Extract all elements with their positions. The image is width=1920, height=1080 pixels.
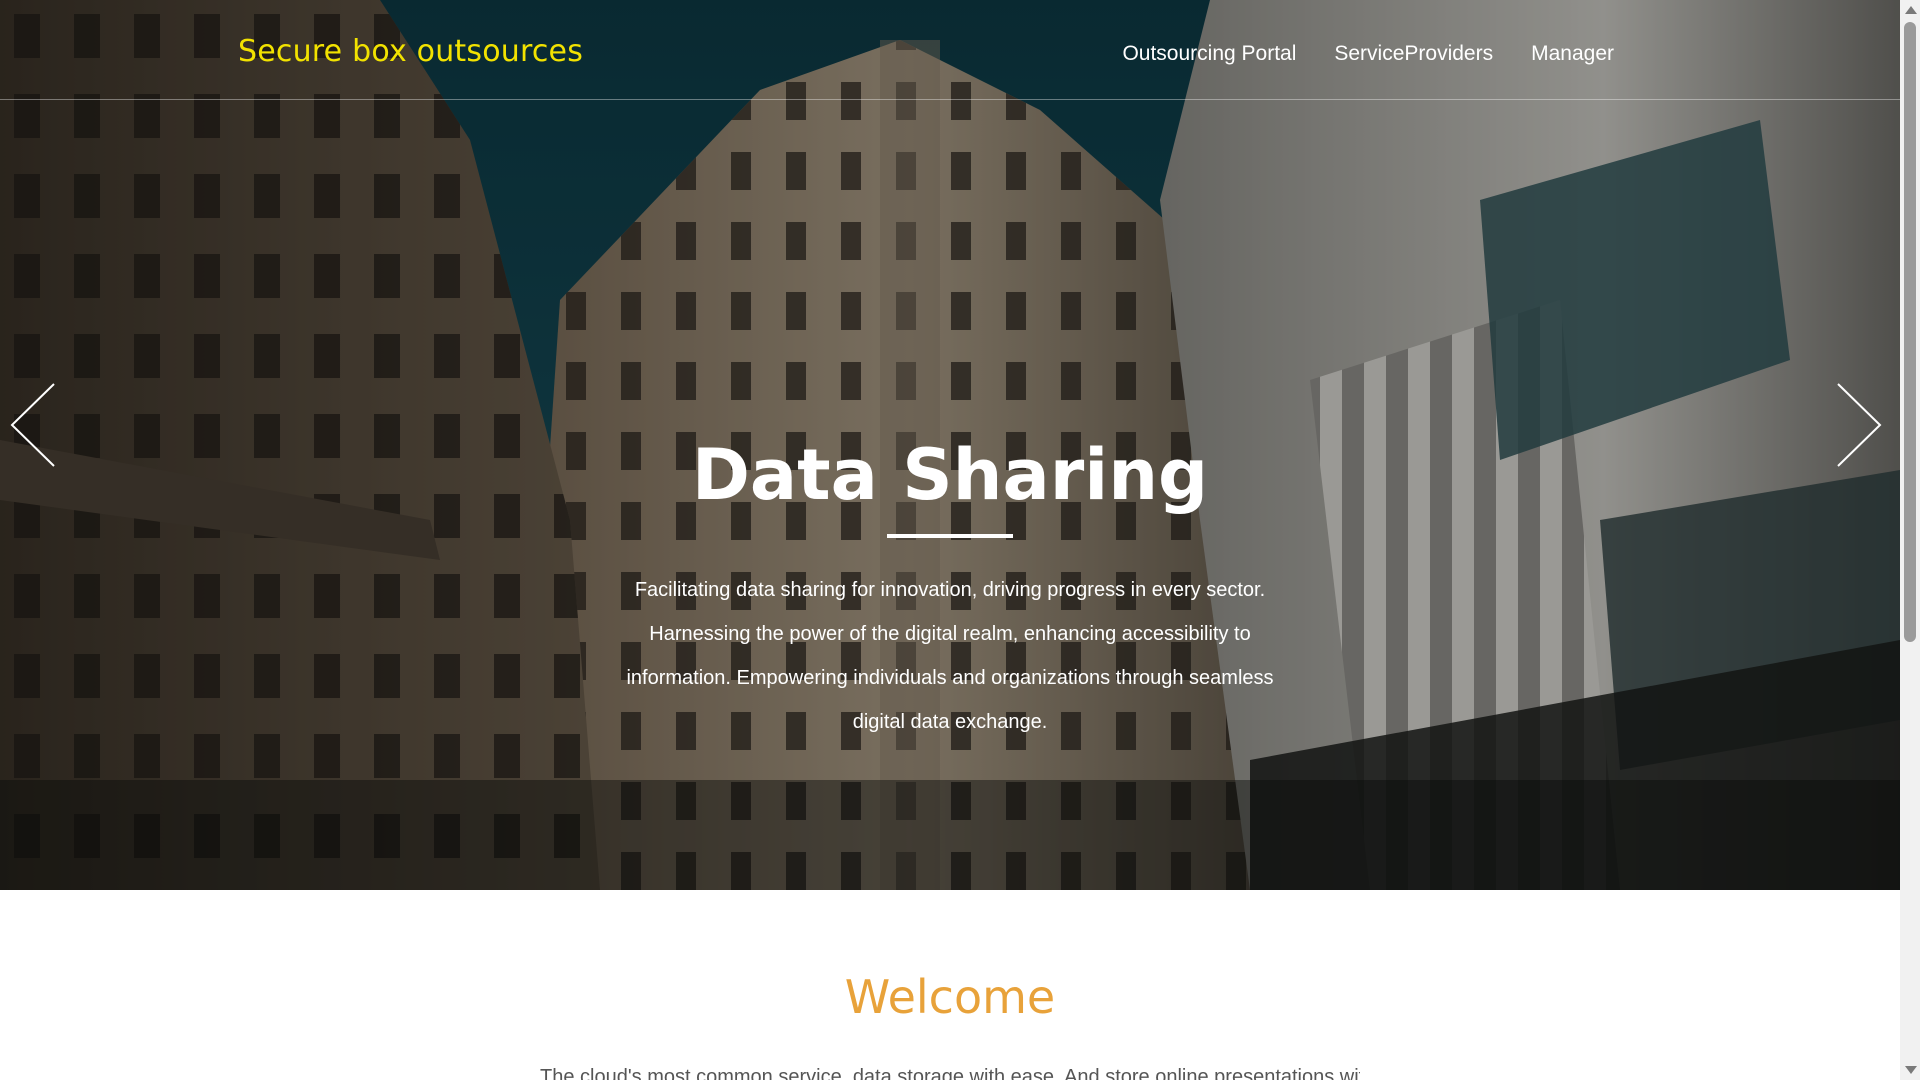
hero-title: Data Sharing <box>691 434 1209 516</box>
scroll-down-arrow-icon[interactable] <box>1905 1066 1917 1074</box>
scroll-up-arrow-icon[interactable] <box>1905 6 1917 14</box>
page: Secure box outsources Outsourcing Portal… <box>0 0 1900 1080</box>
carousel-prev-button[interactable] <box>6 380 66 470</box>
carousel-next-button[interactable] <box>1826 380 1886 470</box>
chevron-left-icon <box>10 383 55 467</box>
hero-caption: Data Sharing Facilitating data sharing f… <box>550 430 1350 744</box>
nav-link-service-providers[interactable]: ServiceProviders <box>1334 42 1493 66</box>
hero-description: Facilitating data sharing for innovation… <box>626 579 1274 733</box>
chevron-right-icon <box>1837 383 1882 467</box>
hero-carousel: Secure box outsources Outsourcing Portal… <box>0 0 1900 890</box>
hero-divider <box>887 534 1013 538</box>
nav-menu: Outsourcing Portal ServiceProviders Mana… <box>1122 42 1614 66</box>
nav-link-outsourcing-portal[interactable]: Outsourcing Portal <box>1122 42 1296 66</box>
brand-logo-link[interactable]: Secure box outsources <box>238 34 583 69</box>
page-scrollbar[interactable] <box>1900 0 1920 1080</box>
welcome-title: Welcome <box>844 970 1056 1024</box>
nav-link-manager[interactable]: Manager <box>1531 42 1614 66</box>
scrollbar-thumb[interactable] <box>1904 22 1916 642</box>
welcome-text: The cloud's most common service, data st… <box>540 1066 1360 1080</box>
top-navbar: Secure box outsources Outsourcing Portal… <box>0 0 1900 100</box>
